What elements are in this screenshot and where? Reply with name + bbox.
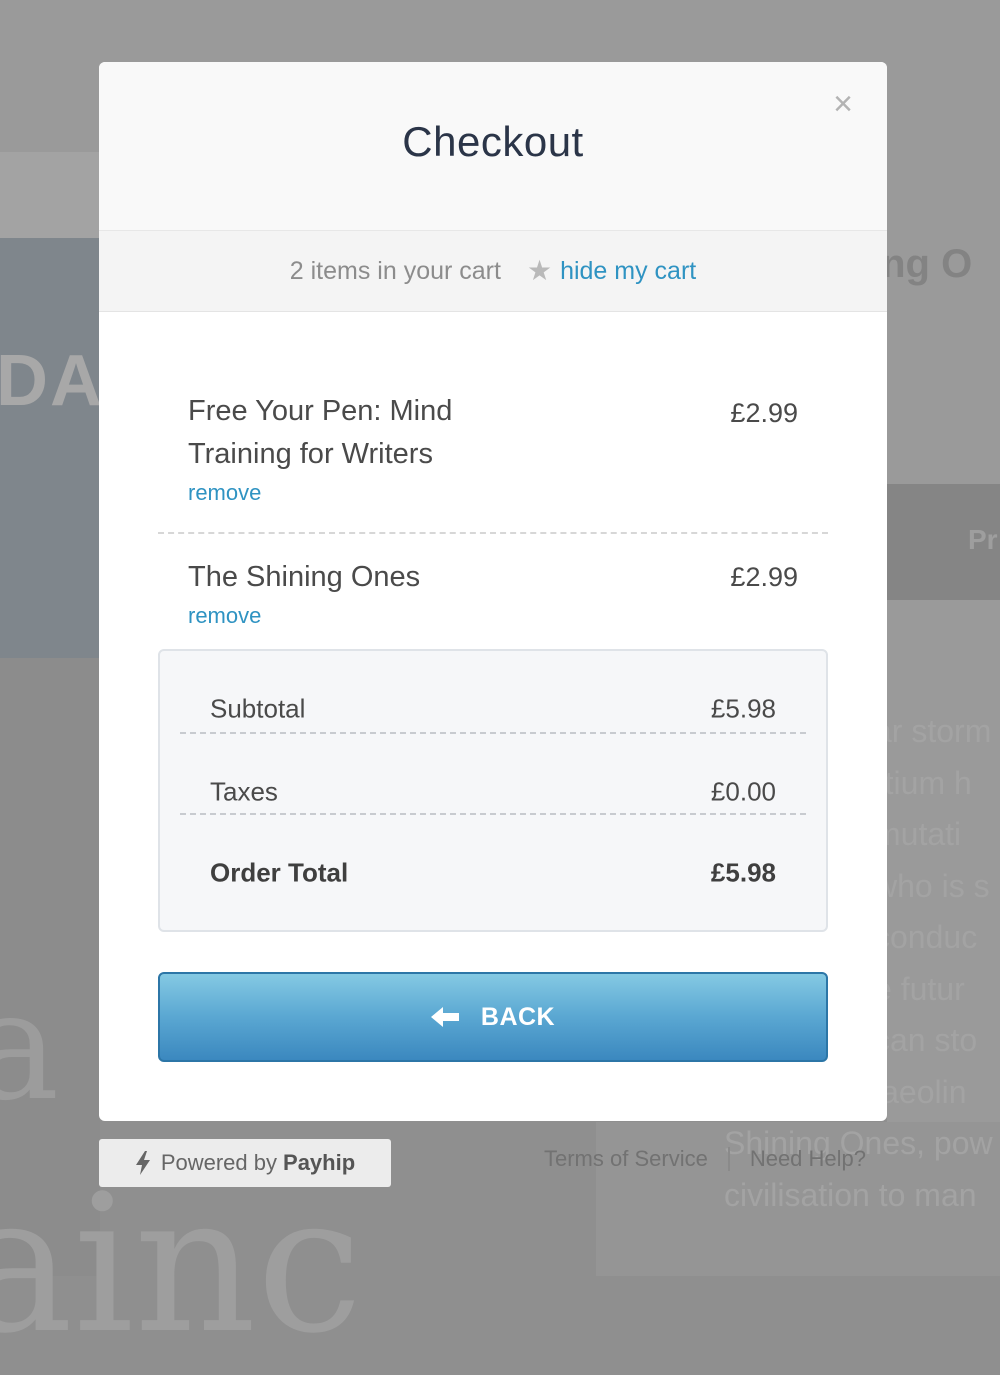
terms-of-service-link[interactable]: Terms of Service	[544, 1146, 708, 1172]
background-left-strip	[0, 152, 100, 238]
background-left-band	[0, 238, 100, 658]
arrow-left-icon	[430, 1007, 459, 1027]
subtotal-value: £5.98	[710, 693, 776, 724]
background-cover-text: ainc	[0, 1154, 363, 1375]
cart-item-name: The Shining Ones	[188, 561, 421, 593]
cart-item-price: £2.99	[730, 398, 798, 428]
background-description-line: civilisation to man	[724, 1176, 977, 1213]
remove-item-link[interactable]: remove	[188, 480, 261, 506]
cart-summary-bar: 2 items in your cart ★ hide my cart	[99, 231, 887, 312]
taxes-label: Taxes	[210, 776, 278, 807]
order-totals-box: Subtotal £5.98 Taxes £0.00 Order Total £…	[158, 649, 828, 932]
background-cover-letter: a	[0, 960, 60, 1134]
modal-header: Checkout ×	[99, 62, 887, 231]
remove-item-link[interactable]: remove	[188, 603, 261, 629]
order-total-row: Order Total £5.98	[180, 813, 806, 896]
cart-item-price: £2.99	[730, 562, 798, 592]
cart-item: Free Your Pen: Mind Training for Writers…	[158, 312, 828, 532]
cart-item-list: Free Your Pen: Mind Training for Writers…	[158, 312, 828, 652]
order-total-value: £5.98	[710, 857, 776, 888]
lightning-bolt-icon	[135, 1151, 150, 1175]
taxes-row: Taxes £0.00	[180, 732, 806, 815]
taxes-value: £0.00	[710, 776, 776, 807]
cart-item: The Shining Ones £2.99 remove	[158, 532, 828, 652]
footer-divider	[727, 1147, 730, 1171]
hide-cart-link[interactable]: hide my cart	[560, 257, 696, 286]
need-help-link[interactable]: Need Help?	[750, 1146, 866, 1172]
cart-item-count: 2 items in your cart	[289, 256, 501, 285]
checkout-modal: Checkout × 2 items in your cart ★ hide m…	[99, 62, 887, 1121]
close-icon[interactable]: ×	[829, 86, 857, 122]
back-button-label: BACK	[480, 1002, 556, 1031]
background-left-word: DA	[0, 341, 104, 421]
cart-item-name: Free Your Pen: Mind Training for Writers	[188, 395, 453, 470]
back-button[interactable]: BACK	[158, 972, 828, 1062]
background-purchase-button-label: Pr	[968, 524, 998, 555]
modal-title: Checkout	[402, 118, 584, 165]
subtotal-label: Subtotal	[210, 693, 306, 724]
powered-by-badge[interactable]: Powered by Payhip	[99, 1139, 391, 1187]
order-total-label: Order Total	[210, 857, 349, 888]
powered-by-text: Powered by	[160, 1150, 278, 1175]
footer-links: Terms of Service Need Help?	[544, 1146, 866, 1172]
star-icon: ★	[526, 255, 553, 286]
subtotal-row: Subtotal £5.98	[180, 651, 806, 732]
payhip-brand: Payhip	[283, 1150, 356, 1175]
